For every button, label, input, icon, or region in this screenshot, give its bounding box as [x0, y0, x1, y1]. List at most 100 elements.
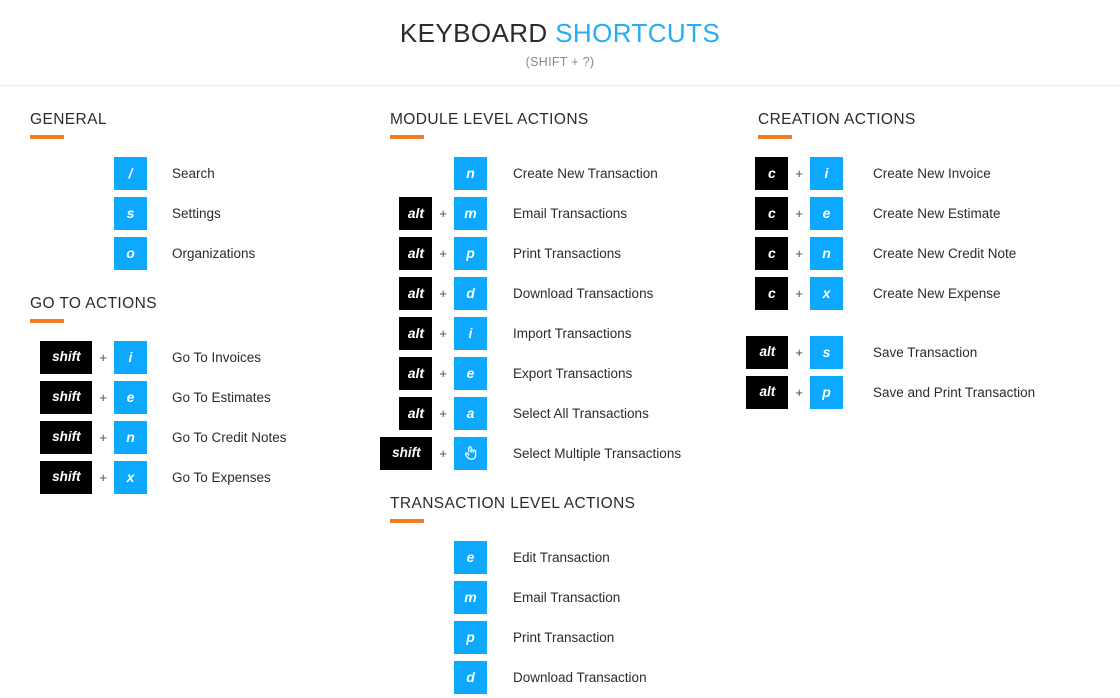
modifier-key-alt[interactable]: alt [399, 276, 433, 310]
shortcut-row: alt + e Export Transactions [390, 353, 758, 393]
shortcut-key-x[interactable]: x [810, 276, 843, 310]
plus-separator: + [795, 285, 803, 301]
plus-separator: + [439, 405, 447, 421]
shortcut-row: o Organizations [30, 233, 380, 273]
shortcut-row: c + n Create New Credit Note [755, 233, 1120, 273]
shortcut-key-e[interactable]: e [454, 356, 487, 390]
shortcut-key-e[interactable]: e [810, 196, 843, 230]
key-combo: d [390, 660, 487, 694]
section-heading: MODULE LEVEL ACTIONS [390, 111, 589, 128]
shortcut-key-s[interactable]: s [114, 196, 147, 230]
modifier-key-alt[interactable]: alt [399, 236, 433, 270]
shortcut-key-p[interactable]: p [810, 375, 843, 409]
plus-separator: + [795, 384, 803, 400]
shortcut-key-i[interactable]: i [810, 156, 843, 190]
shortcut-label: Organizations [172, 245, 256, 261]
key-combo: / [30, 156, 147, 190]
plus-separator: + [795, 205, 803, 221]
key-combo: alt + d [390, 276, 487, 310]
plus-separator: + [99, 429, 107, 445]
shortcut-key-o[interactable]: o [114, 236, 147, 270]
shortcut-row: shift + e Go To Estimates [30, 377, 380, 417]
shortcut-label: Export Transactions [513, 365, 633, 381]
modifier-key-shift[interactable]: shift [40, 380, 93, 414]
key-combo: c + x [755, 276, 843, 310]
key-combo: c + n [755, 236, 843, 270]
section-accent-rule [30, 319, 64, 323]
shortcut-label: Go To Estimates [172, 389, 271, 405]
modifier-key-c[interactable]: c [755, 196, 789, 230]
shortcut-label: Save and Print Transaction [873, 384, 1036, 400]
key-combo: c + e [755, 196, 843, 230]
plus-separator: + [99, 469, 107, 485]
shortcut-list: n Create New Transaction alt + m Email Transa… [380, 153, 758, 473]
modifier-key-alt[interactable]: alt [399, 316, 433, 350]
shortcut-label: Email Transactions [513, 205, 628, 221]
shortcut-key-n[interactable]: n [810, 236, 843, 270]
shortcut-key-e[interactable]: e [454, 540, 487, 574]
section-creation-actions: CREATION ACTIONS c + i Create New Invoice c + e… [746, 111, 1120, 412]
plus-separator: + [439, 365, 447, 381]
key-combo: m [390, 580, 487, 614]
shortcut-row: alt + i Import Transactions [390, 313, 758, 353]
shortcut-key-x[interactable]: x [114, 460, 147, 494]
shortcut-row: shift + i Go To Invoices [30, 337, 380, 377]
modifier-key-alt[interactable]: alt [399, 356, 433, 390]
page-title-accent: SHORTCUTS [555, 18, 721, 48]
modifier-key-c[interactable]: c [755, 276, 789, 310]
shortcut-row: alt + a Select All Transactions [390, 393, 758, 433]
modifier-key-shift[interactable]: shift [40, 340, 93, 374]
shortcuts-columns: GENERAL / Search s Settings o Organizations GO … [0, 86, 1120, 697]
modifier-key-alt[interactable]: alt [399, 196, 433, 230]
section-accent-rule [30, 135, 64, 139]
shortcut-key-i[interactable]: i [454, 316, 487, 350]
section-module-level-actions: MODULE LEVEL ACTIONS n Create New Transact… [380, 111, 758, 473]
plus-separator: + [439, 325, 447, 341]
modifier-key-shift[interactable]: shift [40, 460, 93, 494]
modifier-key-shift[interactable]: shift [380, 436, 433, 470]
plus-separator: + [795, 165, 803, 181]
shortcut-key-a[interactable]: a [454, 396, 487, 430]
shortcut-label: Import Transactions [513, 325, 632, 341]
shortcut-row: c + i Create New Invoice [755, 153, 1120, 193]
key-combo: alt + s [746, 335, 843, 369]
shortcut-key-d[interactable]: d [454, 660, 487, 694]
shortcut-key-p[interactable]: p [454, 236, 487, 270]
shortcut-key-s[interactable]: s [810, 335, 843, 369]
shortcut-key-p[interactable]: p [454, 620, 487, 654]
key-combo: n [390, 156, 487, 190]
click-hand-icon[interactable] [454, 436, 487, 470]
modifier-key-alt[interactable]: alt [746, 375, 789, 409]
shortcut-row: shift + x Go To Expenses [30, 457, 380, 497]
shortcut-key-n[interactable]: n [114, 420, 147, 454]
shortcut-row: d Download Transaction [390, 657, 758, 697]
shortcut-label: Create New Credit Note [873, 245, 1017, 261]
key-combo: o [30, 236, 147, 270]
shortcut-key-d[interactable]: d [454, 276, 487, 310]
shortcut-row: m Email Transaction [390, 577, 758, 617]
modifier-key-c[interactable]: c [755, 156, 789, 190]
shortcut-label: Email Transaction [513, 589, 621, 605]
shortcut-key-i[interactable]: i [114, 340, 147, 374]
shortcut-key-n[interactable]: n [454, 156, 487, 190]
section-heading: TRANSACTION LEVEL ACTIONS [390, 495, 636, 512]
shortcut-row: / Search [30, 153, 380, 193]
shortcut-key-slash[interactable]: / [114, 156, 147, 190]
shortcut-key-m[interactable]: m [454, 580, 487, 614]
section-go-to-actions: GO TO ACTIONS shift + i Go To Invoices shift +… [30, 295, 380, 497]
section-heading: CREATION ACTIONS [758, 111, 916, 128]
shortcut-label: Create New Estimate [873, 205, 1001, 221]
shortcut-row: p Print Transaction [390, 617, 758, 657]
modifier-key-shift[interactable]: shift [40, 420, 93, 454]
shortcut-label: Print Transaction [513, 629, 615, 645]
modifier-key-alt[interactable]: alt [399, 396, 433, 430]
shortcut-key-m[interactable]: m [454, 196, 487, 230]
key-combo: e [390, 540, 487, 574]
shortcut-label: Create New Expense [873, 285, 1001, 301]
modifier-key-alt[interactable]: alt [746, 335, 789, 369]
shortcut-key-e[interactable]: e [114, 380, 147, 414]
key-combo: alt + i [390, 316, 487, 350]
column-general: GENERAL / Search s Settings o Organizations GO … [0, 86, 380, 497]
modifier-key-c[interactable]: c [755, 236, 789, 270]
shortcut-label: Print Transactions [513, 245, 622, 261]
